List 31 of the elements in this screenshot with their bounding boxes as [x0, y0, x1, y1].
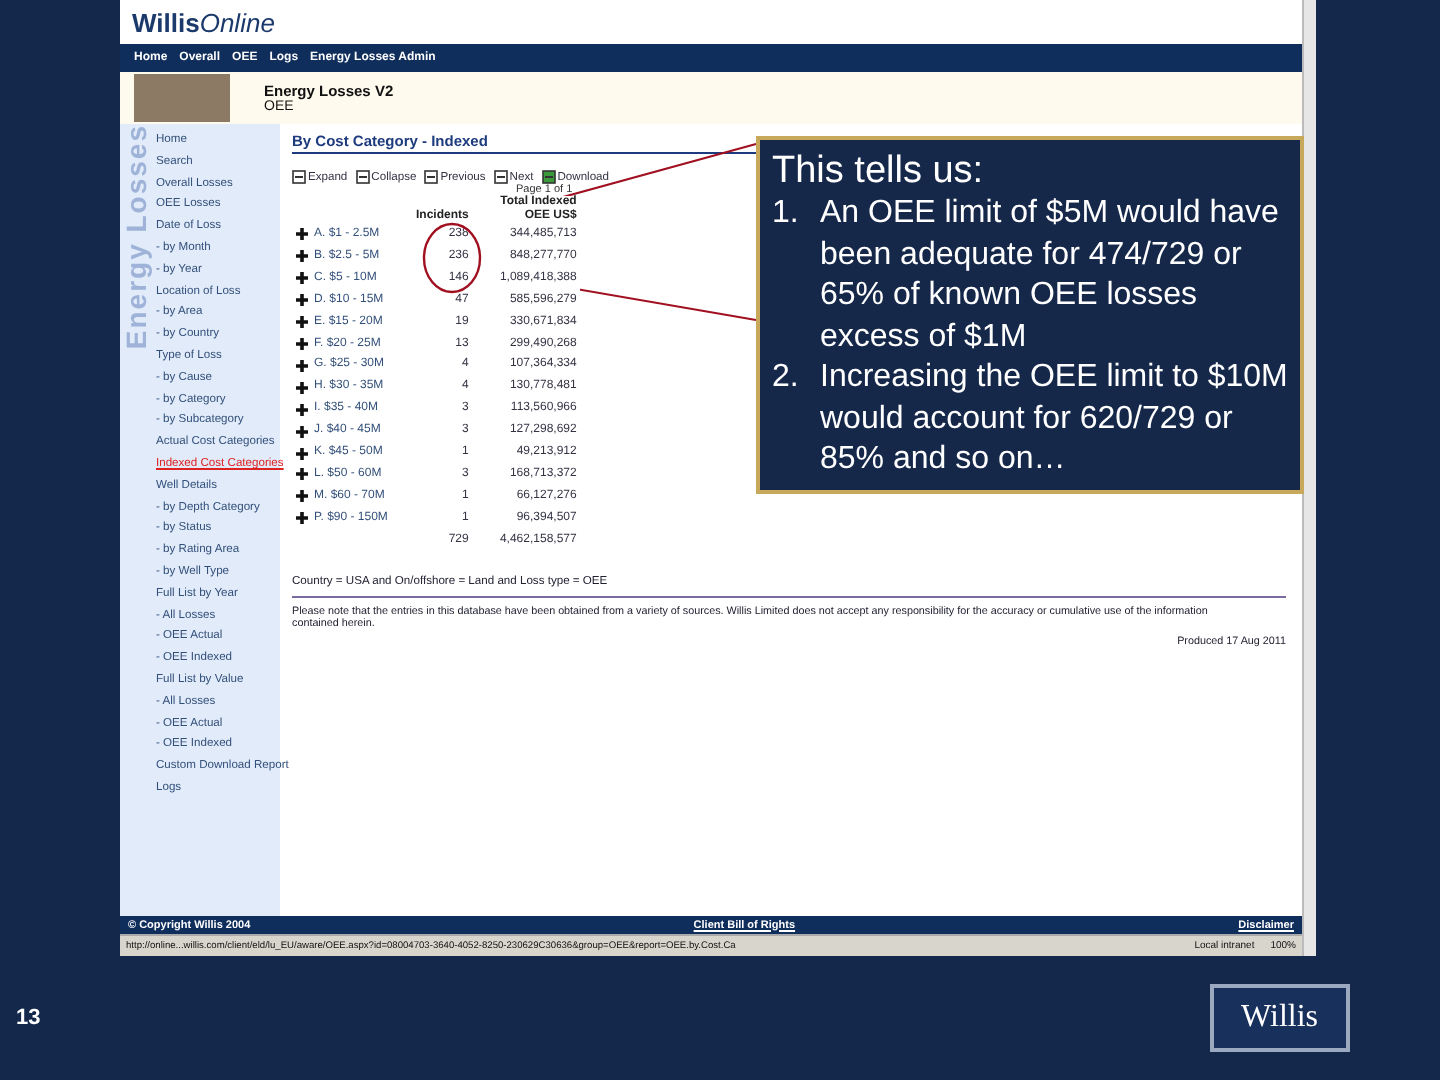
toolbar-icon[interactable] [541, 170, 556, 184]
expand-icon[interactable] [296, 316, 308, 329]
toolbar-icon[interactable] [292, 170, 306, 184]
company-logo: Willis [1209, 984, 1350, 1052]
toolbar-icon[interactable] [355, 170, 370, 184]
expand-icon[interactable] [296, 250, 308, 263]
expand-icon[interactable] [296, 359, 308, 372]
list-number: 1. [772, 194, 800, 234]
expand-icon[interactable] [296, 425, 308, 438]
expand-icon[interactable] [296, 403, 308, 416]
callout-title: This tells us: [772, 150, 986, 194]
expand-icon[interactable] [296, 228, 308, 241]
callout-point: Increasing the OEE limit to $10M would account for 620/729 or 85% and so on… [820, 358, 1288, 480]
list-number: 2. [772, 358, 800, 398]
scrollbar[interactable] [1302, 0, 1316, 956]
expand-icon[interactable] [296, 381, 308, 394]
site-logo: WillisOnline [132, 7, 275, 37]
expand-icon[interactable] [296, 337, 308, 350]
sidebar-watermark: Energy Losses [120, 124, 152, 350]
expand-icon[interactable] [296, 512, 308, 525]
expand-icon[interactable] [296, 294, 308, 307]
toolbar-icon[interactable] [493, 170, 508, 184]
expand-icon[interactable] [296, 272, 308, 285]
highlight-circle [422, 222, 482, 294]
expand-icon[interactable] [296, 490, 308, 503]
expand-icon[interactable] [296, 468, 308, 481]
photo-placeholder [134, 74, 230, 122]
callout-point: An OEE limit of $5M would have been adequate for 474/729 or 65% of known OEE losses excess of $1M [820, 194, 1281, 357]
toolbar-icon[interactable] [424, 170, 439, 184]
expand-icon[interactable] [296, 447, 308, 460]
slide-number: 13 [16, 1006, 41, 1030]
